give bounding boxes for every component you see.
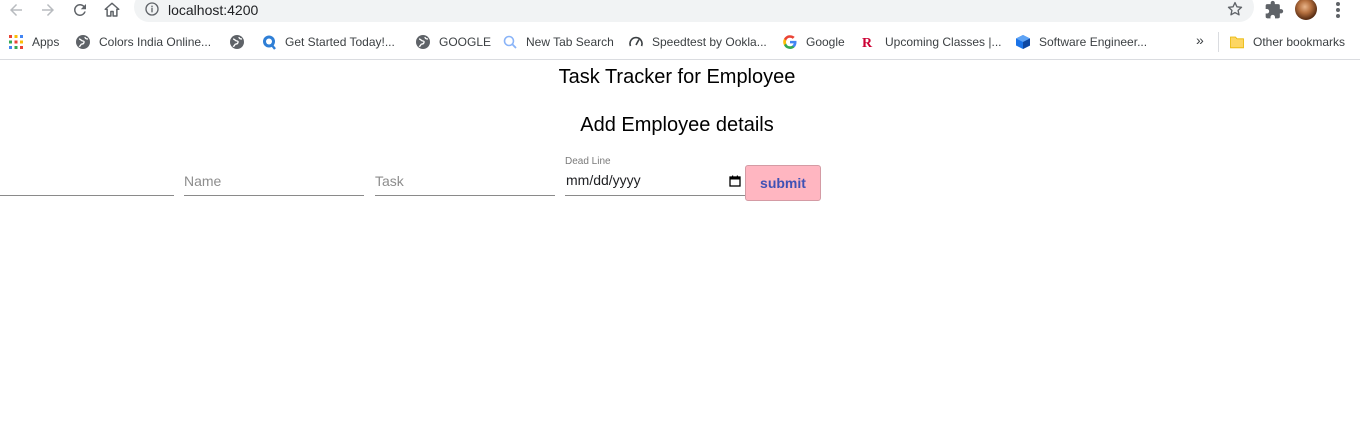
forward-button[interactable]: [38, 0, 58, 20]
bookmark-get-started[interactable]: Get Started Today!...: [261, 32, 395, 52]
globe-icon: [415, 34, 431, 50]
url-text: localhost:4200: [168, 2, 259, 18]
bookmarks-separator: [1218, 32, 1219, 52]
bookmark-google[interactable]: Google: [782, 32, 845, 52]
arrow-left-icon: [10, 4, 22, 16]
puzzle-icon[interactable]: [1264, 0, 1284, 20]
page-title: Task Tracker for Employee: [558, 66, 796, 88]
bookmark-new-tab-search[interactable]: New Tab Search: [502, 32, 614, 52]
globe-icon: [229, 34, 245, 50]
bookmark-globe[interactable]: [229, 32, 253, 52]
address-bar[interactable]: localhost:4200: [134, 0, 1254, 22]
bookmark-label: Get Started Today!...: [285, 35, 395, 49]
reload-icon: [73, 3, 86, 16]
bookmark-speedtest[interactable]: Speedtest by Ookla...: [628, 32, 767, 52]
bookmark-label: Other bookmarks: [1253, 35, 1346, 49]
calendar-icon[interactable]: [729, 175, 741, 187]
bookmark-label: Speedtest by Ookla...: [652, 35, 767, 49]
r-logo-icon: R: [861, 34, 877, 50]
toolbar-divider: [0, 59, 1360, 60]
search-icon: [502, 34, 518, 50]
deadline-date-field[interactable]: Dead Line mm/dd/yyyy: [565, 150, 745, 196]
q-logo-icon: [261, 34, 277, 50]
id-field[interactable]: Id: [0, 165, 174, 196]
folder-icon: [1229, 34, 1245, 50]
profile-avatar[interactable]: [1295, 0, 1317, 20]
bookmark-software-engineer[interactable]: Software Engineer...: [1015, 32, 1147, 52]
submit-button[interactable]: submit: [745, 165, 821, 201]
browser-toolbar: localhost:4200: [0, 0, 1360, 22]
arrow-right-icon: [42, 4, 54, 16]
bookmark-label: Upcoming Classes |...: [885, 35, 1002, 49]
bookmark-label: GOOGLE: [439, 35, 492, 49]
bookmark-other[interactable]: Other bookmarks: [1229, 32, 1345, 52]
task-placeholder: Task: [375, 173, 404, 189]
bookmark-label: Apps: [32, 35, 60, 49]
name-field[interactable]: Name: [184, 165, 364, 196]
globe-icon: [75, 34, 91, 50]
speedometer-icon: [628, 34, 644, 50]
bookmark-label: Software Engineer...: [1039, 35, 1148, 49]
info-icon[interactable]: [144, 1, 160, 17]
google-g-icon: [782, 34, 798, 50]
bookmark-label: New Tab Search: [526, 35, 614, 49]
section-title: Add Employee details: [580, 114, 774, 136]
home-icon: [104, 2, 120, 17]
svg-text:R: R: [862, 36, 873, 50]
home-button[interactable]: [102, 0, 122, 20]
deadline-label: Dead Line: [565, 156, 611, 167]
apps-grid-icon: [8, 34, 24, 50]
bookmark-label: Colors India Online...: [99, 35, 212, 49]
bookmarks-bar: Apps Colors India Online... Get Started …: [0, 28, 1360, 56]
bookmark-colors-india[interactable]: Colors India Online...: [75, 32, 211, 52]
back-button[interactable]: [6, 0, 26, 20]
cube-logo-icon: [1015, 34, 1031, 50]
bookmark-upcoming-classes[interactable]: R Upcoming Classes |...: [861, 32, 1002, 52]
bookmark-apps[interactable]: Apps: [8, 32, 59, 52]
reload-button[interactable]: [70, 0, 90, 20]
deadline-value: mm/dd/yyyy: [566, 172, 641, 188]
task-field[interactable]: Task: [375, 165, 555, 196]
name-placeholder: Name: [184, 173, 222, 189]
bookmark-label: Google: [806, 35, 845, 49]
bookmarks-overflow-button[interactable]: »: [1196, 32, 1204, 48]
star-icon[interactable]: [1226, 0, 1244, 18]
bookmark-google-upper[interactable]: GOOGLE: [415, 32, 491, 52]
more-vert-icon[interactable]: [1330, 0, 1346, 20]
